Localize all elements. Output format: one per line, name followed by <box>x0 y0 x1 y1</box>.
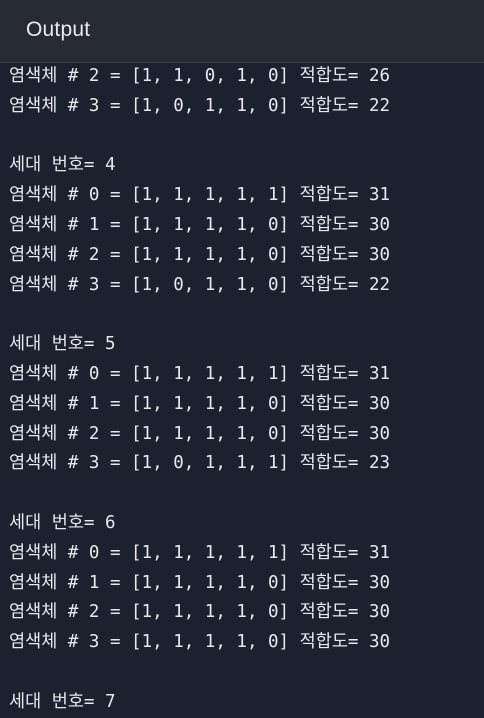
console-line: 염색체 # 2 = [1, 1, 0, 1, 0] 적합도= 26 <box>9 66 391 86</box>
console-line: 염색체 # 1 = [1, 1, 1, 1, 0] 적합도= 30 <box>9 214 391 235</box>
console-line: 염색체 # 2 = [1, 1, 1, 1, 0] 적합도= 30 <box>9 244 391 265</box>
console-line: 염색체 # 2 = [1, 1, 1, 1, 0] 적합도= 30 <box>9 602 391 623</box>
console-line: 염색체 # 1 = [1, 1, 1, 1, 0] 적합도= 30 <box>9 572 391 593</box>
console-line: 세대 번호= 6 <box>9 512 116 533</box>
console-line: 염색체 # 0 = [1, 1, 1, 1, 1] 적합도= 31 <box>9 185 391 206</box>
console-line: 세대 번호= 4 <box>9 155 116 176</box>
console-line: 세대 번호= 5 <box>9 334 116 355</box>
console-line: 염색체 # 2 = [1, 1, 1, 1, 0] 적합도= 30 <box>9 423 391 444</box>
console-line: 염색체 # 3 = [1, 0, 1, 1, 1] 적합도= 23 <box>9 453 391 474</box>
output-title: Output <box>26 18 91 41</box>
output-panel: Output 염색체 # 2 = [1, 1, 0, 1, 0] 적합도= 26… <box>0 0 484 718</box>
console-line: 염색체 # 1 = [1, 1, 1, 1, 0] 적합도= 30 <box>9 393 391 414</box>
console-line: 염색체 # 3 = [1, 0, 1, 1, 0] 적합도= 22 <box>9 274 391 295</box>
output-header: Output <box>0 0 484 63</box>
console-line: 염색체 # 0 = [1, 1, 1, 1, 1] 적합도= 31 <box>9 542 391 563</box>
console-scrollbar[interactable] <box>480 63 484 718</box>
console-line: 세대 번호= 7 <box>9 691 116 712</box>
console-line: 염색체 # 0 = [1, 1, 1, 1, 1] 적합도= 31 <box>9 363 391 384</box>
console-line: 염색체 # 3 = [1, 1, 1, 1, 0] 적합도= 30 <box>9 632 391 653</box>
console-line: 염색체 # 3 = [1, 0, 1, 1, 0] 적합도= 22 <box>9 95 391 116</box>
console-lines: 염색체 # 2 = [1, 1, 0, 1, 0] 적합도= 26 염색체 # … <box>9 63 390 718</box>
console-output[interactable]: 염색체 # 2 = [1, 1, 0, 1, 0] 적합도= 26 염색체 # … <box>9 63 479 718</box>
